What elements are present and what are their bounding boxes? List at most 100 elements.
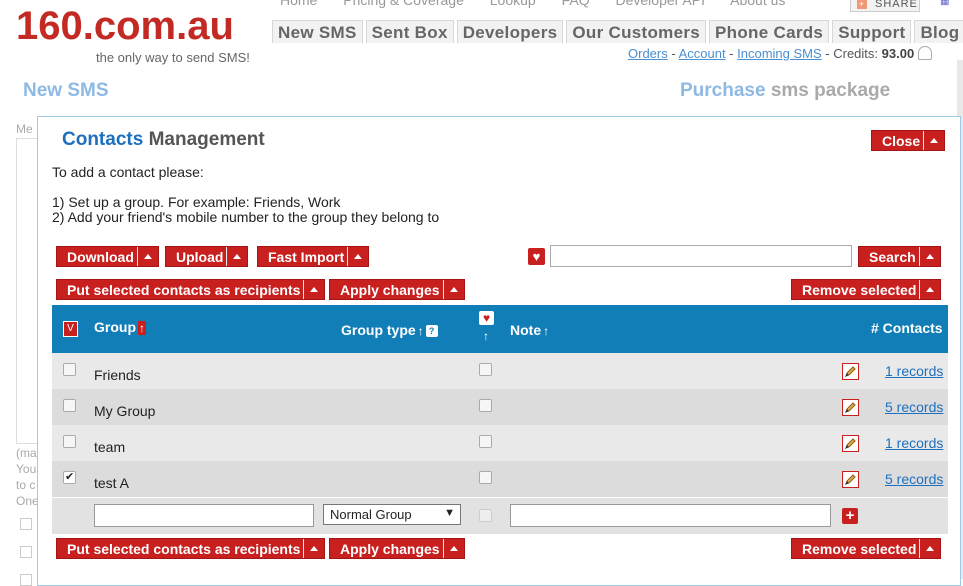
upload-button[interactable]: Upload	[165, 246, 249, 267]
nav-new-sms[interactable]: New SMS	[272, 20, 363, 43]
favorite-checkbox[interactable]	[479, 435, 492, 448]
topnav-developer-api[interactable]: Developer API	[616, 0, 706, 8]
subnav-separator: -	[725, 46, 738, 61]
download-button[interactable]: Download	[56, 246, 159, 267]
edit-pencil-icon[interactable]	[842, 435, 859, 452]
favorite-checkbox[interactable]	[479, 399, 492, 412]
new-group-name-input[interactable]	[94, 504, 314, 527]
nav-developers[interactable]: Developers	[456, 20, 564, 43]
row-checkbox[interactable]	[63, 399, 76, 412]
instruction-line: 2) Add your friend's mobile number to th…	[52, 209, 440, 225]
sort-arrow-icon[interactable]: ↑	[543, 324, 549, 338]
caret-up-icon	[449, 546, 458, 551]
close-label: Close	[882, 133, 921, 149]
purchase-heading-b: sms package	[765, 80, 891, 101]
row-checkbox[interactable]	[63, 363, 76, 376]
site-tagline: the only way to send SMS!	[96, 50, 250, 65]
remove-selected-button[interactable]: Remove selected	[791, 279, 942, 300]
favorites-heart-icon[interactable]: ♥	[528, 248, 545, 265]
bell-icon[interactable]	[918, 46, 933, 60]
orders-link[interactable]: Orders	[628, 46, 668, 61]
account-subnav: Orders - Account - Incoming SMS - Credit…	[628, 46, 933, 61]
remove-selected-button-bottom[interactable]: Remove selected	[791, 538, 942, 559]
column-group-label: Group	[94, 319, 136, 335]
favorite-checkbox[interactable]	[479, 471, 492, 484]
share-button[interactable]: + SHARE	[850, 0, 920, 12]
purchase-heading[interactable]: Purchase sms package	[680, 80, 890, 102]
put-recipients-button-bottom[interactable]: Put selected contacts as recipients	[56, 538, 326, 559]
caret-up-icon	[926, 546, 935, 551]
message-textarea[interactable]	[16, 138, 38, 444]
put-recipients-label: Put selected contacts as recipients	[67, 282, 301, 298]
account-link[interactable]: Account	[679, 46, 726, 61]
dialog-title-b: Management	[143, 129, 265, 150]
put-recipients-button[interactable]: Put selected contacts as recipients	[56, 279, 326, 300]
dropdown-arrow-icon: ▼	[444, 507, 455, 519]
search-input[interactable]	[550, 245, 852, 267]
sort-arrow-icon[interactable]: ↑	[138, 321, 146, 335]
sort-arrow-icon[interactable]: ↑	[483, 329, 489, 343]
caret-up-icon	[233, 254, 242, 259]
edit-pencil-icon[interactable]	[842, 471, 859, 488]
message-hint: (ma You to c One	[16, 445, 39, 509]
download-label: Download	[67, 249, 134, 265]
group-name: My Group	[94, 403, 156, 419]
column-group-type[interactable]: Group type ↑?	[341, 322, 438, 338]
nav-support[interactable]: Support	[832, 20, 912, 43]
records-link[interactable]: 5 records	[885, 471, 943, 487]
table-row[interactable]: Friends 1 records	[52, 353, 948, 389]
topnav-lookup[interactable]: Lookup	[490, 0, 536, 8]
row-checkbox[interactable]	[63, 435, 76, 448]
edit-pencil-icon[interactable]	[842, 363, 859, 380]
contacts-management-dialog: Contacts Management Close To add a conta…	[37, 116, 961, 586]
sort-arrow-icon[interactable]: ↑	[418, 324, 424, 338]
records-link[interactable]: 1 records	[885, 363, 943, 379]
table-row[interactable]: test A 5 records	[52, 461, 948, 497]
table-row[interactable]: team 1 records	[52, 425, 948, 461]
column-contacts: # Contacts	[871, 320, 943, 336]
top-navigation: Home Pricing & Coverage Lookup FAQ Devel…	[280, 0, 807, 8]
message-label: Me	[16, 122, 33, 136]
option-checkbox[interactable]	[20, 518, 32, 530]
add-group-icon[interactable]: +	[842, 508, 858, 524]
topnav-pricing[interactable]: Pricing & Coverage	[343, 0, 464, 8]
apply-changes-button[interactable]: Apply changes	[329, 279, 465, 300]
nav-phone-cards[interactable]: Phone Cards	[709, 20, 830, 43]
fast-import-button[interactable]: Fast Import	[257, 246, 370, 267]
help-icon[interactable]: ?	[425, 325, 438, 337]
column-group[interactable]: Group ↑	[94, 319, 146, 335]
row-checkbox[interactable]	[63, 470, 76, 484]
topnav-about-us[interactable]: About us	[730, 0, 785, 8]
share-plus-icon: +	[857, 0, 867, 9]
close-button[interactable]: Close	[871, 130, 946, 151]
column-group-type-label: Group type	[341, 322, 416, 338]
nav-blog[interactable]: Blog	[914, 20, 963, 43]
select-all-checkbox[interactable]: V	[63, 321, 78, 337]
favorite-heart-icon[interactable]: ♥	[479, 311, 494, 325]
caret-up-icon	[310, 287, 319, 292]
column-note[interactable]: Note ↑	[510, 322, 549, 338]
new-note-input[interactable]	[510, 504, 831, 527]
dialog-title-a: Contacts	[62, 129, 144, 150]
search-button[interactable]: Search	[858, 246, 941, 267]
topnav-home[interactable]: Home	[280, 0, 317, 8]
new-favorite-checkbox[interactable]	[479, 509, 492, 522]
share-extra-icon[interactable]: ▦	[940, 0, 962, 12]
group-type-select[interactable]: Normal Group ▼	[323, 504, 461, 525]
caret-up-icon	[449, 287, 458, 292]
incoming-sms-link[interactable]: Incoming SMS	[737, 46, 822, 61]
topnav-faq[interactable]: FAQ	[562, 0, 590, 8]
option-checkbox[interactable]	[20, 546, 32, 558]
credits-value: 93.00	[881, 46, 915, 61]
table-row[interactable]: My Group 5 records	[52, 389, 948, 425]
apply-changes-button-bottom[interactable]: Apply changes	[329, 538, 465, 559]
edit-pencil-icon[interactable]	[842, 399, 859, 416]
option-checkbox[interactable]	[20, 574, 32, 586]
group-name: test A	[94, 475, 130, 491]
nav-our-customers[interactable]: Our Customers	[566, 20, 707, 43]
records-link[interactable]: 5 records	[885, 399, 943, 415]
site-logo[interactable]: 160.com.au	[16, 4, 234, 49]
nav-sent-box[interactable]: Sent Box	[365, 20, 454, 43]
records-link[interactable]: 1 records	[885, 435, 943, 451]
favorite-checkbox[interactable]	[479, 363, 492, 376]
